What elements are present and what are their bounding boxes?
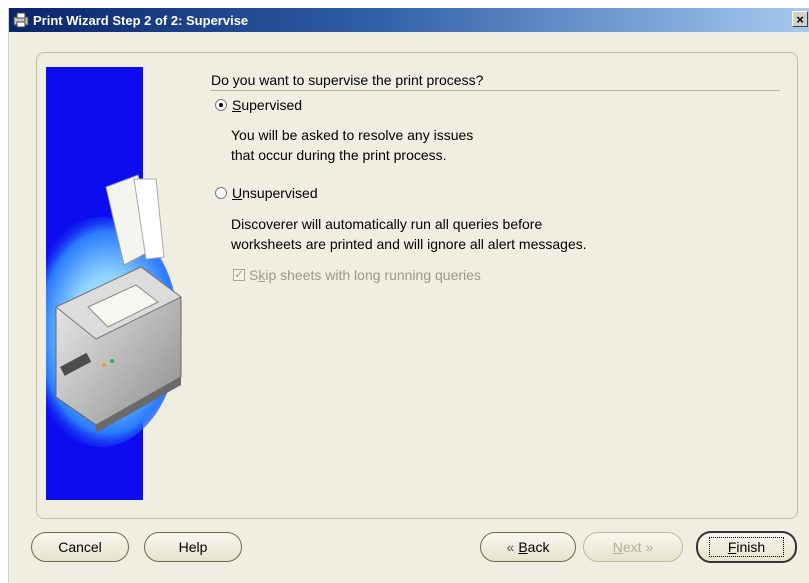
unsupervised-radio[interactable] [215, 187, 227, 199]
title-bar: Print Wizard Step 2 of 2: Supervise × [9, 8, 809, 32]
close-button[interactable]: × [792, 11, 808, 27]
unsupervised-radio-option[interactable]: Unsupervised [215, 185, 318, 201]
cancel-button[interactable]: Cancel [31, 532, 129, 562]
back-arrow-icon: « [506, 539, 515, 555]
window-title: Print Wizard Step 2 of 2: Supervise [33, 12, 249, 28]
close-icon: × [796, 11, 804, 27]
print-wizard-icon [13, 12, 29, 28]
side-banner [46, 67, 182, 500]
back-button[interactable]: « Back [480, 532, 576, 562]
unsupervised-description: Discoverer will automatically run all qu… [231, 216, 587, 252]
supervised-radio-option[interactable]: Supervised [215, 97, 302, 113]
next-button[interactable]: Next » [583, 532, 683, 562]
skip-long-queries-label: Skip sheets with long running queries [249, 267, 481, 283]
next-arrow-icon: » [645, 539, 654, 555]
supervised-radio[interactable] [215, 99, 227, 111]
skip-long-queries-checkbox[interactable]: ✓ [233, 269, 245, 281]
finish-button[interactable]: Finish [696, 531, 797, 563]
skip-long-queries-checkbox-row[interactable]: ✓ Skip sheets with long running queries [233, 267, 481, 283]
supervised-label: Supervised [232, 97, 303, 113]
supervised-description: You will be asked to resolve any issues … [231, 127, 474, 163]
unsupervised-label: Unsupervised [232, 185, 318, 201]
printer-illustration [46, 174, 182, 447]
supervise-question: Do you want to supervise the print proce… [211, 72, 780, 91]
help-button[interactable]: Help [144, 532, 242, 562]
radio-selected-dot [219, 103, 223, 107]
